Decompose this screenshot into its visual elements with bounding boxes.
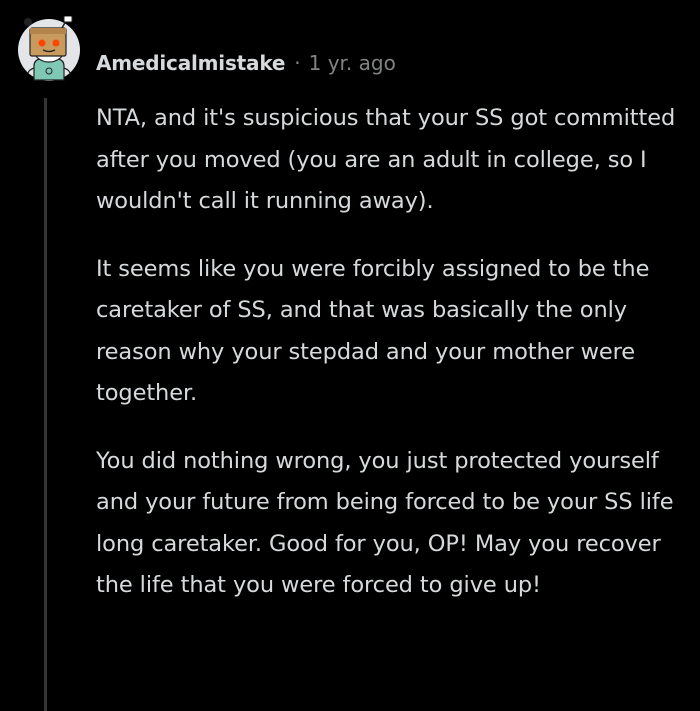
username-link[interactable]: Amedicalmistake <box>96 51 285 75</box>
snoo-avatar-icon <box>18 15 80 81</box>
timestamp[interactable]: 1 yr. ago <box>309 51 396 75</box>
comment: Amedicalmistake · 1 yr. ago NTA, and it'… <box>0 0 700 711</box>
comment-paragraph: It seems like you were forcibly assigned… <box>96 255 650 407</box>
comment-body: NTA, and it's suspicious that your SS go… <box>96 98 686 633</box>
avatar[interactable] <box>18 15 80 84</box>
comment-paragraph: You did nothing wrong, you just protecte… <box>96 447 674 599</box>
thread-collapse-line[interactable] <box>44 98 47 711</box>
comment-paragraph: NTA, and it's suspicious that your SS go… <box>96 105 676 214</box>
meta-separator: · <box>294 51 301 75</box>
comment-header: Amedicalmistake · 1 yr. ago <box>96 48 396 78</box>
